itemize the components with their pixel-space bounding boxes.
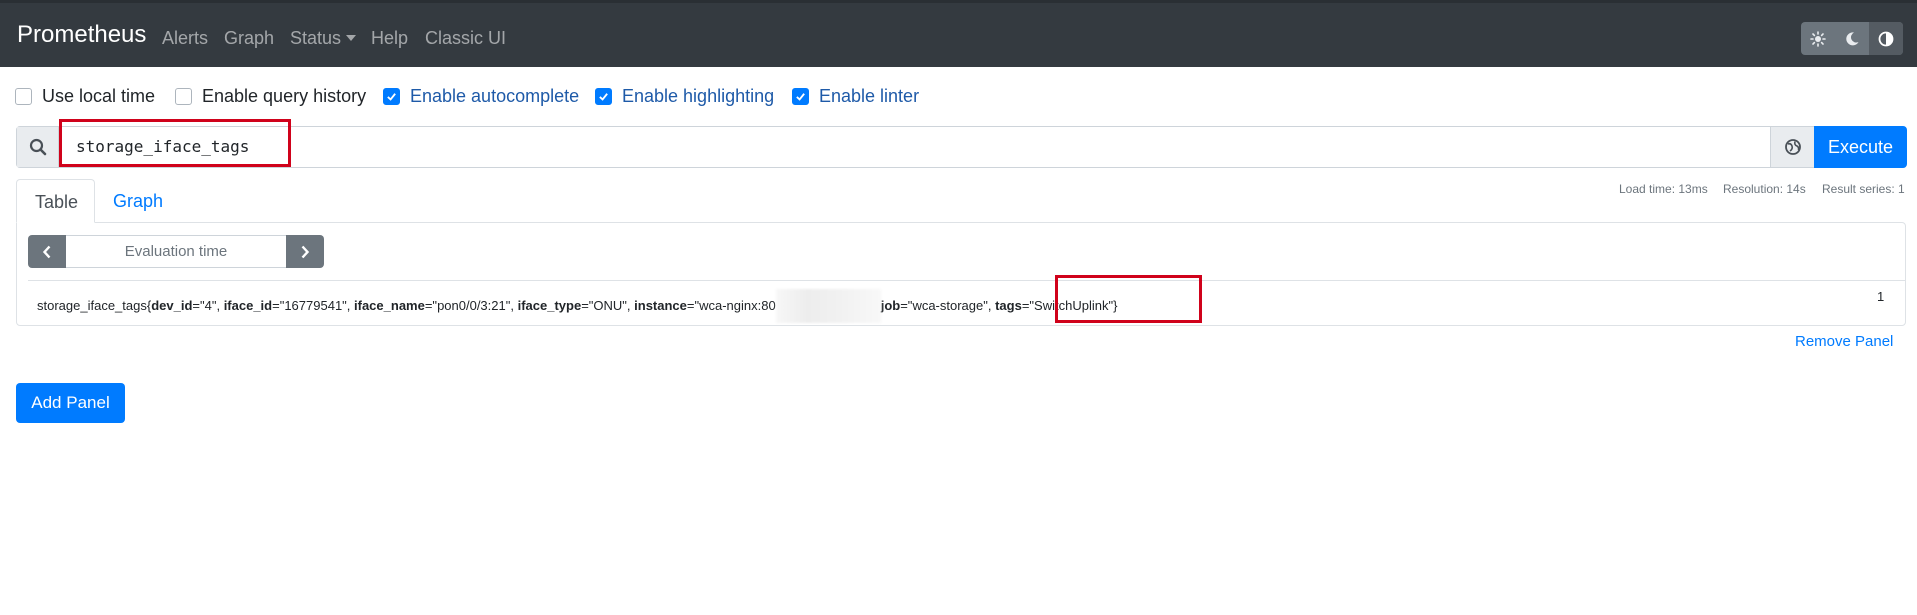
load-time-stat: Load time: 13ms <box>1619 182 1708 196</box>
option-label: Enable highlighting <box>622 86 775 106</box>
option-highlighting[interactable]: Enable highlighting <box>595 85 774 107</box>
label-value: pon0/0/3:21 <box>437 298 506 313</box>
option-label: Enable linter <box>819 86 920 106</box>
add-panel-button[interactable]: Add Panel <box>16 383 125 423</box>
auto-theme-button[interactable] <box>1869 22 1903 55</box>
half-circle-icon <box>1878 31 1894 46</box>
table-divider <box>28 280 1905 281</box>
brand-logo[interactable]: Prometheus <box>17 21 146 49</box>
tab-table[interactable]: Table <box>16 179 95 223</box>
resolution-stat: Resolution: 14s <box>1723 182 1806 196</box>
redacted-region <box>775 289 881 323</box>
evaluation-time-picker: Evaluation time <box>28 235 324 268</box>
option-use-local-time[interactable]: Use local time <box>15 85 155 107</box>
label-value: 4 <box>204 298 212 313</box>
label-value: 16779541 <box>284 298 343 313</box>
option-autocomplete[interactable]: Enable autocomplete <box>383 85 579 107</box>
search-addon <box>17 127 59 167</box>
label-key: instance <box>634 298 687 313</box>
moon-icon <box>1846 31 1859 45</box>
option-label: Enable query history <box>202 86 367 106</box>
nav-alerts[interactable]: Alerts <box>162 27 208 49</box>
label-key: dev_id <box>151 298 193 313</box>
next-time-button[interactable] <box>286 235 324 268</box>
label-value: ONU <box>593 298 623 313</box>
option-linter[interactable]: Enable linter <box>792 85 919 107</box>
checkbox-use-local-time[interactable] <box>15 87 32 105</box>
check-icon <box>387 92 396 101</box>
option-label: Enable autocomplete <box>410 86 580 106</box>
tags-highlight-box <box>1055 275 1202 323</box>
light-theme-button[interactable] <box>1801 22 1835 55</box>
label-key: iface_type <box>517 298 582 313</box>
remove-panel-link[interactable]: Remove Panel <box>1795 333 1893 350</box>
label-value: wca-storage <box>912 298 984 313</box>
metric-name: storage_iface_tags <box>37 298 147 313</box>
result-series-stat: Result series: 1 <box>1822 182 1905 196</box>
check-icon <box>796 92 805 101</box>
expression-input-group: storage_iface_tags Execute <box>16 126 1907 168</box>
label-key: iface_id <box>223 298 273 313</box>
nav-help[interactable]: Help <box>371 27 408 49</box>
top-navbar: Prometheus Alerts Graph Status Help Clas… <box>0 0 1917 67</box>
sun-icon <box>1810 30 1826 47</box>
checkbox-linter[interactable] <box>792 87 809 105</box>
series-value: 1 <box>1877 289 1885 304</box>
tab-graph[interactable]: Graph <box>95 179 181 223</box>
series-labels: storage_iface_tags{dev_id="4", iface_id=… <box>37 289 1117 323</box>
search-icon <box>29 138 46 156</box>
dark-theme-button[interactable] <box>1835 22 1869 55</box>
check-icon <box>599 92 608 101</box>
theme-switcher <box>1801 22 1903 55</box>
nav-classic-ui[interactable]: Classic UI <box>425 27 506 49</box>
evaluation-time-input[interactable]: Evaluation time <box>66 235 286 268</box>
query-highlight-box <box>59 119 291 167</box>
metrics-explorer-button[interactable] <box>1770 127 1814 167</box>
checkbox-highlighting[interactable] <box>595 87 612 105</box>
option-label: Use local time <box>42 86 156 106</box>
label-key: job <box>880 298 901 313</box>
label-key: iface_name <box>354 298 425 313</box>
option-query-history[interactable]: Enable query history <box>175 85 366 107</box>
chevron-right-icon <box>301 245 310 258</box>
label-key: tags <box>995 298 1022 313</box>
nav-status-label: Status <box>290 28 342 48</box>
chevron-left-icon <box>42 245 51 258</box>
execute-button[interactable]: Execute <box>1814 126 1907 168</box>
nav-status-dropdown[interactable]: Status <box>290 27 357 49</box>
previous-time-button[interactable] <box>28 235 66 268</box>
globe-icon <box>1784 139 1801 155</box>
nav-graph[interactable]: Graph <box>224 27 274 49</box>
checkbox-query-history[interactable] <box>175 87 192 105</box>
label-value: wca-nginx:80 <box>699 298 776 313</box>
checkbox-autocomplete[interactable] <box>383 87 400 105</box>
chevron-down-icon <box>346 35 357 41</box>
